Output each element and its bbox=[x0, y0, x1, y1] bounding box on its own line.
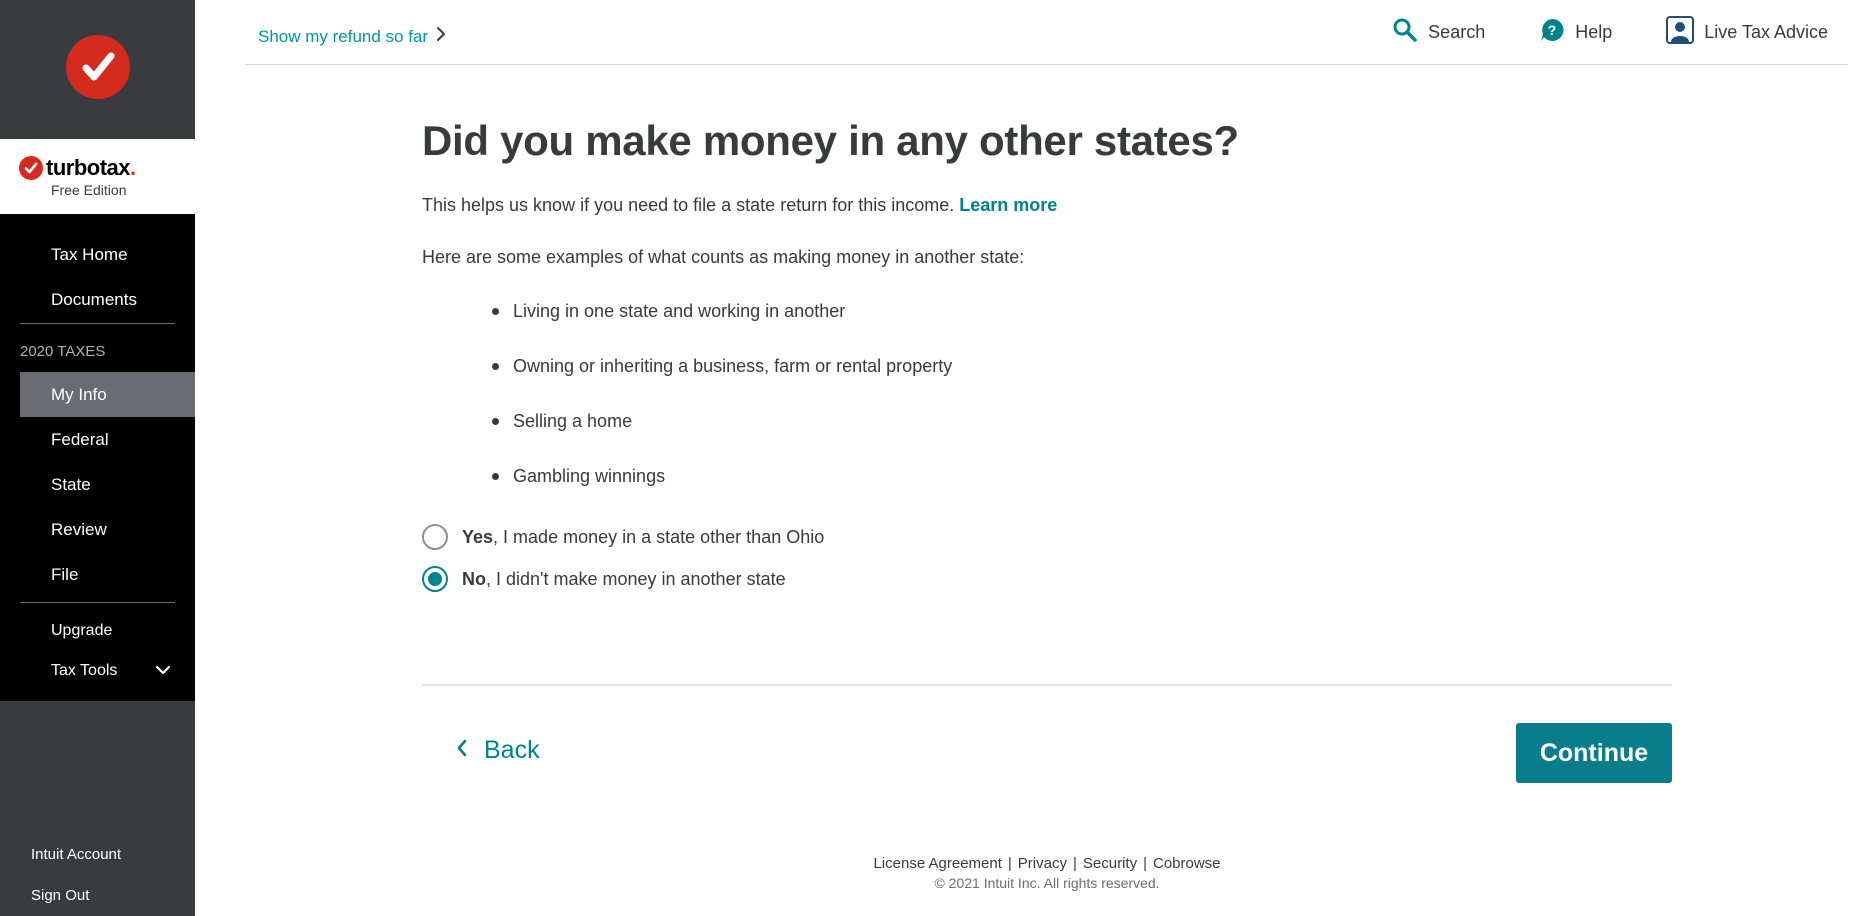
expert-avatar-icon bbox=[1666, 16, 1704, 49]
brand-edition: Free Edition bbox=[51, 182, 127, 198]
list-item: Selling a home bbox=[492, 394, 1672, 449]
sidebar-item-state[interactable]: State bbox=[0, 462, 195, 507]
no-option[interactable]: No, I didn't make money in another state bbox=[422, 554, 1672, 604]
search-button[interactable]: Search bbox=[1392, 17, 1485, 48]
intro-sentence: This helps us know if you need to file a… bbox=[422, 195, 955, 215]
footer-link-security[interactable]: Security bbox=[1083, 855, 1137, 872]
sidebar-item-my-info[interactable]: My Info bbox=[20, 372, 195, 417]
nav-divider bbox=[20, 323, 175, 324]
footer-link-license[interactable]: License Agreement bbox=[873, 855, 1001, 872]
back-label: Back bbox=[484, 736, 540, 764]
brand-name: turbotax. bbox=[46, 155, 136, 180]
navigation-buttons: Back Continue bbox=[422, 686, 1672, 796]
sidebar-section-label: 2020 TAXES bbox=[20, 343, 106, 360]
page-title: Did you make money in any other states? bbox=[422, 117, 1239, 164]
footer-link-privacy[interactable]: Privacy bbox=[1018, 855, 1067, 872]
top-actions: Search ? Help Live Tax Advice bbox=[1338, 16, 1828, 49]
list-item: Living in one state and working in anoth… bbox=[492, 284, 1672, 339]
help-label: Help bbox=[1575, 22, 1613, 42]
refund-link-label: Show my refund so far bbox=[258, 26, 429, 46]
no-option-label: No, I didn't make money in another state bbox=[462, 568, 786, 589]
state-income-options: Yes, I made money in a state other than … bbox=[422, 512, 1672, 604]
copyright: © 2021 Intuit Inc. All rights reserved. bbox=[934, 875, 1160, 891]
example-text: Selling a home bbox=[513, 411, 633, 431]
bullet-icon bbox=[492, 473, 499, 480]
examples-intro: Here are some examples of what counts as… bbox=[422, 247, 1025, 267]
sidebar-item-upgrade[interactable]: Upgrade bbox=[0, 611, 195, 651]
help-icon: ? bbox=[1539, 17, 1575, 48]
bullet-icon bbox=[492, 308, 499, 315]
example-text: Owning or inheriting a business, farm or… bbox=[513, 356, 953, 376]
turbotax-check-icon[interactable] bbox=[65, 34, 130, 99]
sidebar-header bbox=[0, 0, 195, 139]
list-item: Gambling winnings bbox=[492, 449, 1672, 504]
nav-divider bbox=[20, 602, 175, 603]
chevron-down-icon bbox=[155, 651, 171, 691]
intro-text: This helps us know if you need to file a… bbox=[422, 195, 1672, 216]
list-item: Owning or inheriting a business, farm or… bbox=[492, 339, 1672, 394]
footer-separator: | bbox=[1143, 855, 1147, 872]
main-content: Did you make money in any other states? … bbox=[422, 65, 1672, 796]
live-tax-advice-button[interactable]: Live Tax Advice bbox=[1666, 16, 1828, 49]
footer-links: License Agreement | Privacy | Security |… bbox=[422, 855, 1672, 872]
sidebar-item-review[interactable]: Review bbox=[0, 507, 195, 552]
sidebar-nav: Tax Home Documents 2020 TAXES My Info Fe… bbox=[0, 214, 195, 701]
sidebar-item-federal[interactable]: Federal bbox=[0, 417, 195, 462]
show-refund-link[interactable]: Show my refund so far bbox=[258, 26, 446, 47]
tax-tools-label: Tax Tools bbox=[51, 662, 118, 679]
example-text: Living in one state and working in anoth… bbox=[513, 301, 846, 321]
sidebar-item-file[interactable]: File bbox=[0, 552, 195, 597]
sidebar-bottom: Intuit Account Sign Out bbox=[0, 834, 195, 916]
no-radio[interactable] bbox=[422, 566, 448, 592]
back-button[interactable]: Back bbox=[456, 736, 540, 765]
sidebar-item-tax-home[interactable]: Tax Home bbox=[0, 232, 195, 277]
footer: License Agreement | Privacy | Security |… bbox=[422, 855, 1672, 891]
brand-logo: turbotax. Free Edition bbox=[0, 139, 195, 214]
continue-button[interactable]: Continue bbox=[1516, 723, 1672, 783]
logo-check-icon bbox=[19, 156, 43, 180]
chevron-left-icon bbox=[456, 736, 468, 765]
help-button[interactable]: ? Help bbox=[1539, 17, 1612, 48]
search-icon bbox=[1392, 17, 1428, 48]
learn-more-link[interactable]: Learn more bbox=[959, 195, 1057, 215]
yes-option-label: Yes, I made money in a state other than … bbox=[462, 526, 825, 547]
footer-link-cobrowse[interactable]: Cobrowse bbox=[1153, 855, 1221, 872]
sidebar-item-sign-out[interactable]: Sign Out bbox=[0, 875, 195, 916]
sidebar-item-tax-tools[interactable]: Tax Tools bbox=[0, 651, 195, 691]
search-label: Search bbox=[1428, 22, 1486, 42]
live-tax-advice-label: Live Tax Advice bbox=[1704, 22, 1828, 42]
sidebar: turbotax. Free Edition Tax Home Document… bbox=[0, 0, 195, 916]
yes-radio[interactable] bbox=[422, 524, 448, 550]
top-bar: Show my refund so far Search ? Help Live… bbox=[245, 0, 1848, 65]
example-text: Gambling winnings bbox=[513, 466, 666, 486]
footer-separator: | bbox=[1007, 855, 1012, 872]
sidebar-item-documents[interactable]: Documents bbox=[0, 277, 195, 322]
bullet-icon bbox=[492, 418, 499, 425]
footer-separator: | bbox=[1072, 855, 1077, 872]
sidebar-item-intuit-account[interactable]: Intuit Account bbox=[0, 834, 195, 875]
svg-text:?: ? bbox=[1548, 22, 1557, 38]
examples-list: Living in one state and working in anoth… bbox=[422, 284, 1672, 504]
chevron-right-icon bbox=[436, 26, 446, 47]
bullet-icon bbox=[492, 363, 499, 370]
